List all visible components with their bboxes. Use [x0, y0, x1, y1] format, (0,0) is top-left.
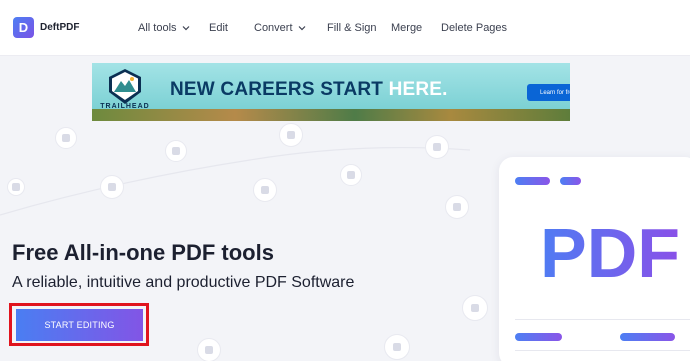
decorative-tool-icon	[340, 164, 362, 186]
nav-merge[interactable]: Merge	[391, 22, 422, 34]
decorative-tool-icon	[384, 334, 410, 360]
logo-icon[interactable]: D	[13, 17, 34, 38]
start-editing-button[interactable]: START EDITING	[16, 309, 143, 341]
card-divider	[515, 319, 690, 320]
decorative-tool-icon	[55, 127, 77, 149]
decorative-tool-icon	[7, 178, 25, 196]
pdf-illustration-text: PDF	[540, 214, 680, 292]
chevron-down-icon	[181, 23, 191, 33]
nav-edit-label: Edit	[209, 22, 228, 34]
hero-title: Free All-in-one PDF tools	[12, 240, 274, 265]
decorative-tool-icon	[445, 195, 469, 219]
nav-all-tools-label: All tools	[138, 22, 177, 34]
ad-headline: NEW CAREERS START HERE.	[170, 79, 448, 101]
nav-fill-sign[interactable]: Fill & Sign	[327, 22, 377, 34]
nav-delete-pages-label: Delete Pages	[441, 22, 508, 34]
ad-learn-button[interactable]: Learn for free	[527, 84, 570, 101]
nav-edit[interactable]: Edit	[209, 22, 228, 34]
nav-convert-label: Convert	[254, 22, 293, 34]
decorative-tool-icon	[253, 178, 277, 202]
top-nav: D DeftPDF All tools Edit Convert Fill & …	[0, 0, 690, 56]
nav-all-tools[interactable]: All tools	[138, 22, 191, 34]
decorative-tool-icon	[425, 135, 449, 159]
nav-fill-sign-label: Fill & Sign	[327, 22, 377, 34]
nav-merge-label: Merge	[391, 22, 423, 34]
card-pill	[515, 177, 550, 185]
decorative-tool-icon	[165, 140, 187, 162]
chevron-down-icon	[297, 23, 307, 33]
nav-delete-pages[interactable]: Delete Pages	[441, 22, 507, 34]
decorative-tool-icon	[197, 338, 221, 361]
nav-convert[interactable]: Convert	[254, 22, 307, 34]
card-divider	[515, 350, 690, 351]
card-pill	[620, 333, 675, 341]
brand-name[interactable]: DeftPDF	[40, 22, 79, 33]
decorative-tool-icon	[100, 175, 124, 199]
card-pill	[515, 333, 562, 341]
ad-headline-highlight: HERE.	[388, 79, 448, 100]
decorative-tool-icon	[279, 123, 303, 147]
decorative-tool-icon	[462, 295, 488, 321]
card-pill	[560, 177, 581, 185]
hero-subtitle: A reliable, intuitive and productive PDF…	[12, 274, 355, 291]
trailhead-logo-icon	[109, 69, 141, 104]
ad-headline-main: NEW CAREERS START	[170, 79, 389, 100]
ad-banner[interactable]: TRAILHEAD NEW CAREERS START HERE. Learn …	[92, 63, 570, 121]
ad-brand-label: TRAILHEAD	[100, 103, 150, 110]
